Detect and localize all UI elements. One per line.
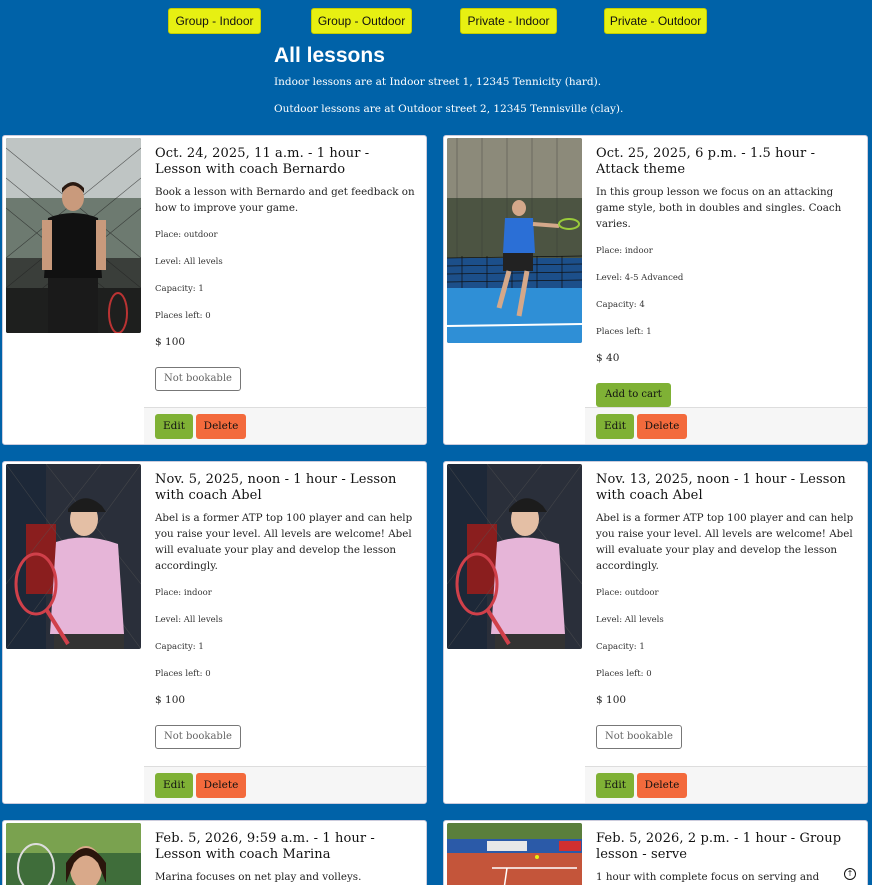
lesson-place: Place: outdoor — [596, 588, 659, 598]
lesson-places-left: Places left: 0 — [155, 311, 211, 321]
indoor-location-note: Indoor lessons are at Indoor street 1, 1… — [274, 76, 602, 88]
lesson-capacity: Capacity: 1 — [155, 642, 204, 652]
coach-photo — [6, 823, 141, 885]
lesson-places-left: Places left: 0 — [596, 669, 652, 679]
edit-button[interactable]: Edit — [155, 414, 193, 439]
lesson-card: Nov. 5, 2025, noon - 1 hour - Lesson wit… — [2, 461, 427, 804]
edit-button[interactable]: Edit — [596, 773, 634, 798]
delete-button[interactable]: Delete — [196, 414, 246, 439]
coach-photo — [447, 464, 582, 649]
lesson-place: Place: indoor — [155, 588, 212, 598]
filter-private-outdoor-button[interactable]: Private - Outdoor — [604, 8, 707, 34]
lesson-price: $ 40 — [596, 352, 620, 364]
lesson-capacity: Capacity: 1 — [155, 284, 204, 294]
lesson-capacity: Capacity: 4 — [596, 300, 645, 310]
lesson-description: In this group lesson we focus on an atta… — [596, 186, 842, 230]
edit-button[interactable]: Edit — [155, 773, 193, 798]
lesson-card: Feb. 5, 2026, 9:59 a.m. - 1 hour - Lesso… — [2, 820, 427, 885]
delete-button[interactable]: Delete — [637, 414, 687, 439]
lesson-capacity: Capacity: 1 — [596, 642, 645, 652]
lesson-level: Level: 4-5 Advanced — [596, 273, 684, 283]
lesson-title: Feb. 5, 2026, 9:59 a.m. - 1 hour - Lesso… — [155, 831, 375, 862]
lesson-description: Book a lesson with Bernardo and get feed… — [155, 186, 415, 214]
delete-button[interactable]: Delete — [637, 773, 687, 798]
lesson-photo — [447, 138, 582, 343]
lesson-description: Marina focuses on net play and volleys. — [155, 871, 362, 883]
card-footer: Edit Delete — [144, 766, 426, 803]
card-footer: Edit Delete — [144, 407, 426, 444]
lesson-places-left: Places left: 0 — [155, 669, 211, 679]
lesson-card: Nov. 13, 2025, noon - 1 hour - Lesson wi… — [443, 461, 868, 804]
lesson-title: Oct. 25, 2025, 6 p.m. - 1.5 hour - Attac… — [596, 146, 816, 177]
lesson-level: Level: All levels — [155, 615, 223, 625]
not-bookable-button[interactable]: Not bookable — [155, 367, 241, 391]
court-photo — [447, 823, 582, 885]
not-bookable-button[interactable]: Not bookable — [155, 725, 241, 749]
lesson-level: Level: All levels — [596, 615, 664, 625]
coach-photo — [6, 464, 141, 649]
lesson-title: Nov. 13, 2025, noon - 1 hour - Lesson wi… — [596, 472, 846, 503]
outdoor-location-note: Outdoor lessons are at Outdoor street 2,… — [274, 103, 624, 115]
lesson-place: Place: indoor — [596, 246, 653, 256]
add-to-cart-button[interactable]: Add to cart — [596, 383, 671, 407]
lesson-title: Nov. 5, 2025, noon - 1 hour - Lesson wit… — [155, 472, 397, 503]
not-bookable-button[interactable]: Not bookable — [596, 725, 682, 749]
page-title: All lessons — [274, 44, 385, 67]
lesson-price: $ 100 — [596, 694, 627, 706]
lesson-title: Oct. 24, 2025, 11 a.m. - 1 hour - Lesson… — [155, 146, 370, 177]
page-header: All lessons Indoor lessons are at Indoor… — [274, 44, 623, 130]
filter-group-indoor-button[interactable]: Group - Indoor — [168, 8, 261, 34]
edit-button[interactable]: Edit — [596, 414, 634, 439]
lesson-title: Feb. 5, 2026, 2 p.m. - 1 hour - Group le… — [596, 831, 842, 862]
delete-button[interactable]: Delete — [196, 773, 246, 798]
lesson-places-left: Places left: 1 — [596, 327, 652, 337]
card-footer: Edit Delete — [585, 766, 867, 803]
filter-bar: Group - Indoor Group - Outdoor Private -… — [0, 8, 872, 34]
lesson-price: $ 100 — [155, 694, 186, 706]
lesson-description: Abel is a former ATP top 100 player and … — [155, 512, 413, 572]
lesson-card: Oct. 24, 2025, 11 a.m. - 1 hour - Lesson… — [2, 135, 427, 445]
lesson-description: Abel is a former ATP top 100 player and … — [596, 512, 854, 572]
lesson-price: $ 100 — [155, 336, 186, 348]
coach-photo — [6, 138, 141, 333]
lesson-description: 1 hour with complete focus on serving an… — [596, 871, 820, 883]
lesson-card: Oct. 25, 2025, 6 p.m. - 1.5 hour - Attac… — [443, 135, 868, 445]
card-footer: Edit Delete — [585, 407, 867, 444]
scroll-to-top-icon[interactable]: ↑ — [844, 868, 856, 880]
lesson-card: Feb. 5, 2026, 2 p.m. - 1 hour - Group le… — [443, 820, 868, 885]
filter-private-indoor-button[interactable]: Private - Indoor — [460, 8, 557, 34]
lesson-level: Level: All levels — [155, 257, 223, 267]
filter-group-outdoor-button[interactable]: Group - Outdoor — [311, 8, 412, 34]
lesson-place: Place: outdoor — [155, 230, 218, 240]
